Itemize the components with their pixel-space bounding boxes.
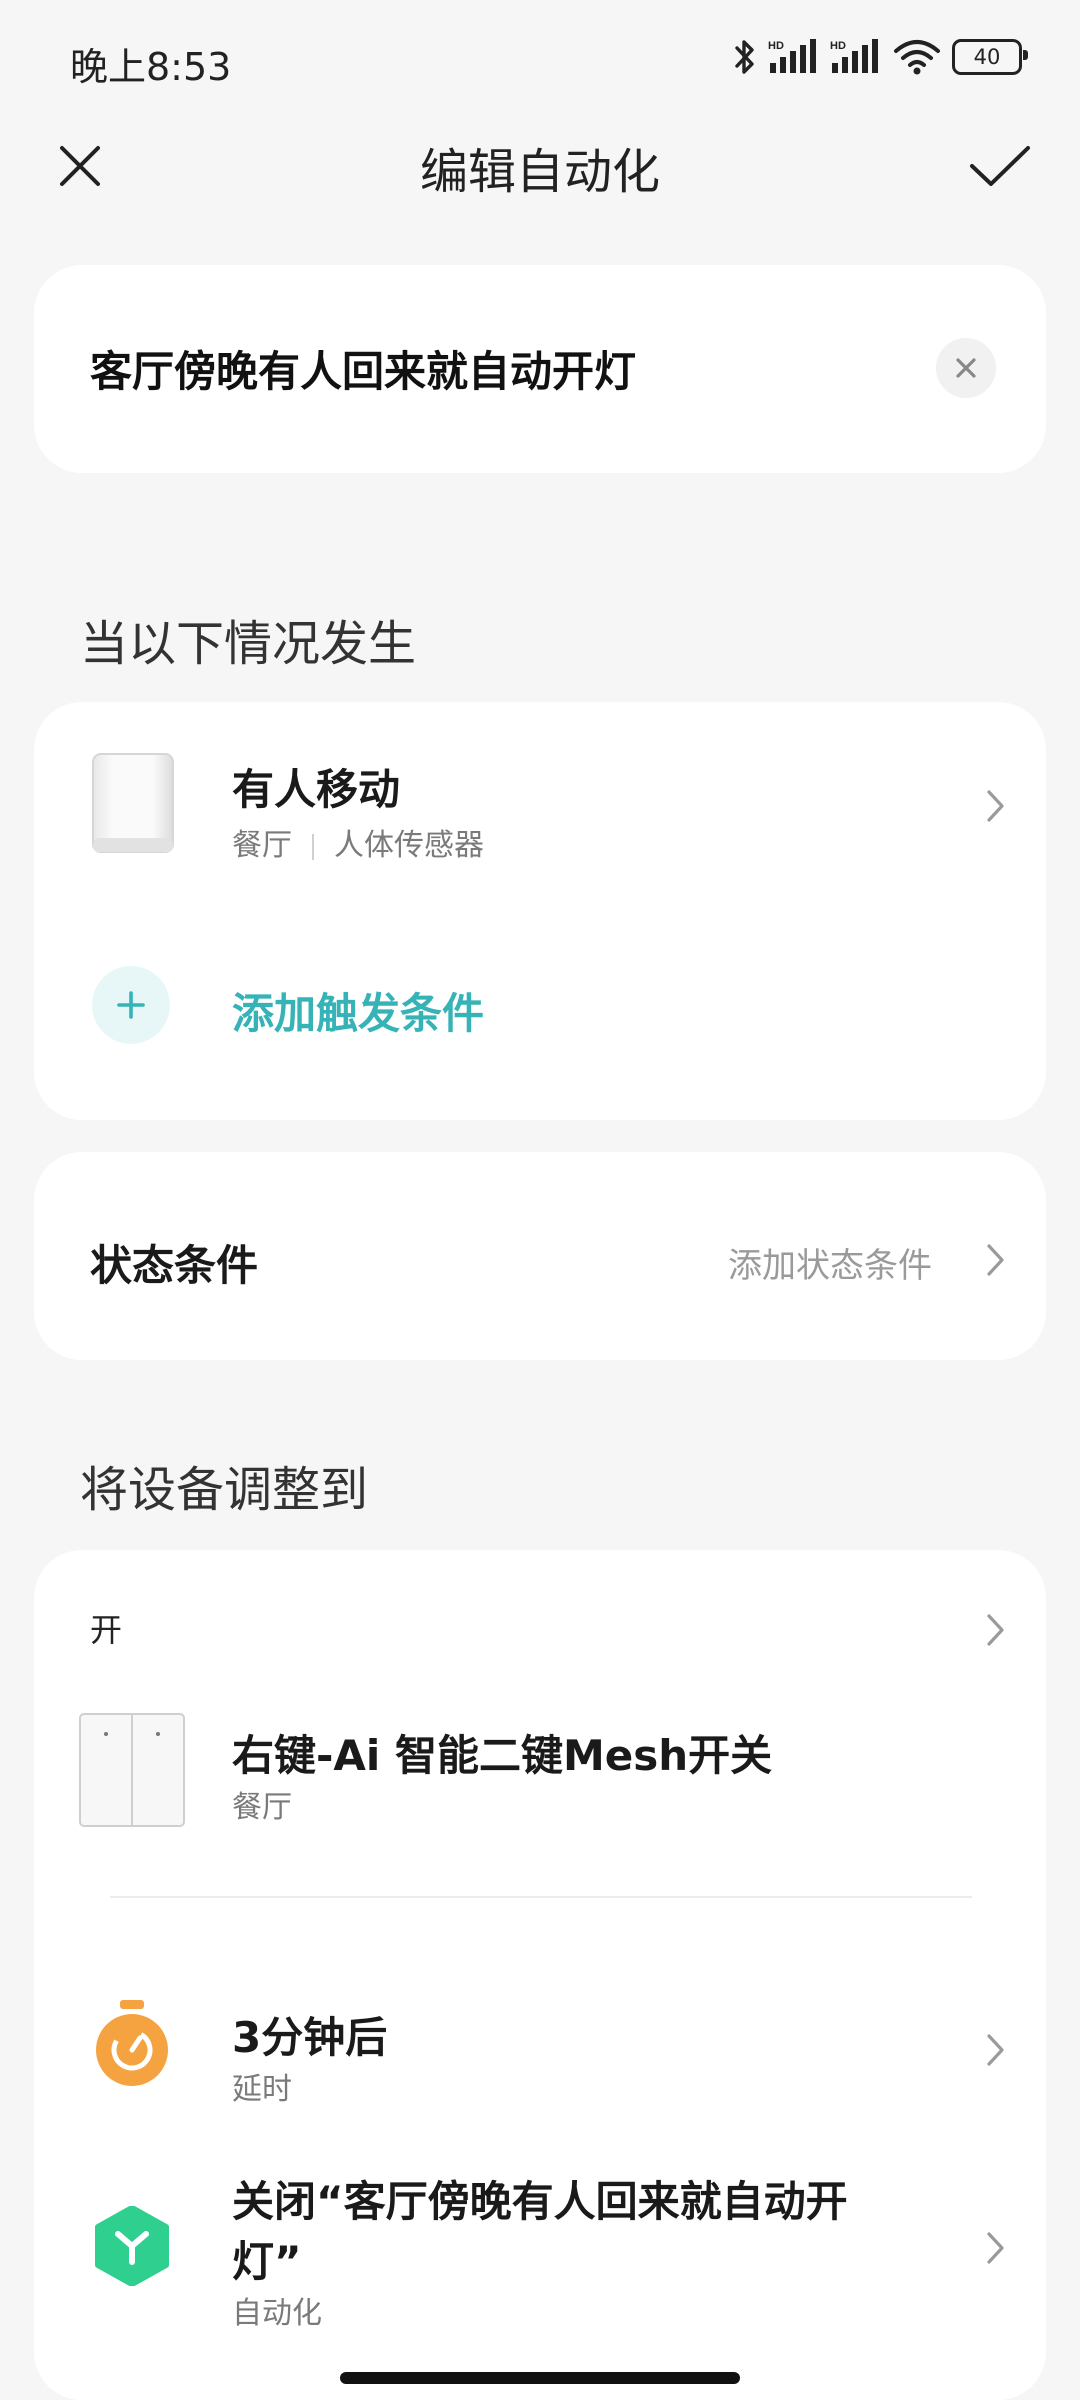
automation-icon xyxy=(94,2205,170,2290)
trigger-item-room: 餐厅 xyxy=(232,828,292,863)
clear-name-button[interactable] xyxy=(936,338,996,398)
add-trigger-button[interactable] xyxy=(34,940,1046,1070)
delay-title: 3分钟后 xyxy=(232,2013,388,2062)
chevron-right-icon xyxy=(976,1240,1016,1280)
signal-hd-icon: HD xyxy=(830,39,878,73)
home-indicator[interactable] xyxy=(340,2372,740,2384)
trigger-item-meta: 餐厅 人体传感器 xyxy=(232,820,484,864)
svg-text:HD: HD xyxy=(768,40,784,52)
chevron-right-icon xyxy=(976,2030,1016,2070)
add-trigger-label: 添加触发条件 xyxy=(232,989,485,1038)
check-icon xyxy=(970,146,1030,186)
switch-icon xyxy=(78,1712,186,1832)
clear-icon xyxy=(956,358,976,378)
action-item-delay[interactable] xyxy=(34,1970,1046,2120)
chevron-right-icon xyxy=(976,786,1016,826)
trigger-item-device: 人体传感器 xyxy=(334,828,484,863)
automation-title: 关闭“客厅傍晚有人回来就自动开灯” xyxy=(232,2177,848,2286)
bluetooth-icon xyxy=(735,40,754,74)
battery-level: 40 xyxy=(973,45,1001,69)
state-condition-label: 状态条件 xyxy=(90,1241,259,1290)
delay-subtitle: 延时 xyxy=(232,2072,292,2107)
status-time: 晚上8:53 xyxy=(70,45,232,89)
status-icons: HD HD 40 xyxy=(732,34,1028,80)
signal-hd-icon: HD xyxy=(768,39,816,73)
confirm-button[interactable] xyxy=(960,126,1040,206)
action-state-label: 开 xyxy=(90,1611,123,1649)
trigger-item-title: 有人移动 xyxy=(232,765,401,814)
page-title: 编辑自动化 xyxy=(419,144,660,200)
action-section-title: 将设备调整到 xyxy=(80,1462,369,1518)
wifi-icon xyxy=(894,40,940,75)
add-state-condition-link[interactable]: 添加状态条件 xyxy=(728,1238,932,1287)
divider xyxy=(110,1896,972,1898)
svg-text:HD: HD xyxy=(830,40,846,52)
automation-subtitle: 自动化 xyxy=(232,2296,322,2331)
chevron-right-icon xyxy=(976,2228,1016,2268)
automation-name-field[interactable]: 客厅傍晚有人回来就自动开灯 xyxy=(90,338,636,399)
trigger-section-title: 当以下情况发生 xyxy=(80,616,417,672)
action-item-title: 右键-Ai 智能二键Mesh开关 xyxy=(232,1731,773,1780)
plus-icon xyxy=(92,966,170,1044)
action-item-subtitle: 餐厅 xyxy=(232,1790,292,1825)
timer-icon xyxy=(94,1998,170,2092)
trigger-item[interactable] xyxy=(34,702,1046,902)
chevron-right-icon xyxy=(976,1610,1016,1650)
meta-divider xyxy=(312,833,314,860)
battery-icon: 40 xyxy=(952,39,1028,75)
motion-sensor-icon xyxy=(90,752,176,860)
